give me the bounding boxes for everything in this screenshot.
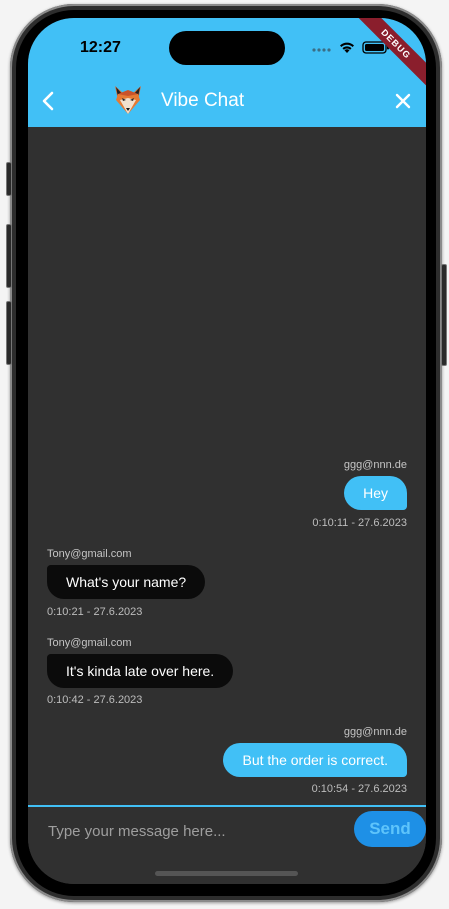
signal-icon	[312, 48, 331, 52]
debug-banner: DEBUG	[347, 18, 426, 93]
message-timestamp: 0:10:42 - 27.6.2023	[47, 694, 143, 706]
status-time: 12:27	[80, 39, 121, 56]
composer-divider	[28, 805, 426, 807]
message-timestamp: 0:10:54 - 27.6.2023	[311, 783, 407, 795]
dynamic-island	[169, 31, 285, 65]
power-button	[441, 264, 447, 366]
message-timestamp: 0:10:21 - 27.6.2023	[47, 606, 143, 618]
app-screen: 12:27 DEBUG Vibe Chat ggg@nnn.de Hey 0:1…	[28, 18, 426, 884]
volume-down-button	[6, 301, 12, 365]
message-bubble-sent[interactable]: But the order is correct.	[223, 743, 407, 777]
action-button	[6, 162, 12, 196]
fox-logo	[115, 86, 141, 114]
message-sender: Tony@gmail.com	[47, 637, 132, 649]
page-title: Vibe Chat	[161, 90, 245, 111]
message-bubble-received[interactable]: It's kinda late over here.	[47, 654, 234, 688]
message-list[interactable]: ggg@nnn.de Hey 0:10:11 - 27.6.2023 Tony@…	[28, 127, 426, 805]
message-bubble-received[interactable]: What's your name?	[47, 565, 206, 599]
message-timestamp: 0:10:11 - 27.6.2023	[312, 517, 407, 529]
wifi-icon	[340, 42, 354, 53]
volume-up-button	[6, 224, 12, 288]
status-icons	[312, 41, 389, 54]
chevron-left-icon[interactable]	[38, 90, 60, 112]
home-indicator[interactable]	[155, 871, 298, 876]
message-sender: ggg@nnn.de	[343, 459, 407, 471]
message-sender: ggg@nnn.de	[343, 726, 407, 738]
app-bar: 12:27 DEBUG Vibe Chat	[28, 18, 426, 127]
close-icon[interactable]	[394, 92, 412, 110]
message-sender: Tony@gmail.com	[47, 548, 132, 560]
message-bubble-sent[interactable]: Hey	[344, 476, 407, 510]
send-button[interactable]: Send	[354, 811, 426, 847]
message-input[interactable]	[46, 819, 350, 843]
